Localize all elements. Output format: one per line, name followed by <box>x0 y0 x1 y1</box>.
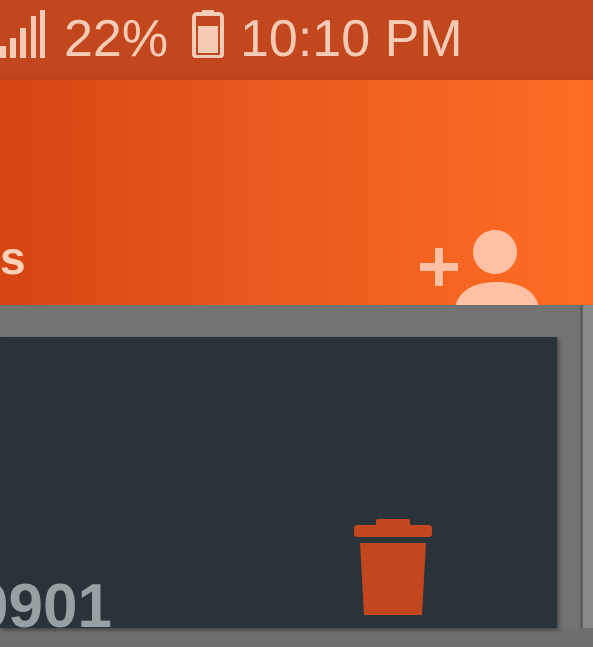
status-bar: 22% 10:10 PM <box>0 0 593 80</box>
trash-icon[interactable] <box>352 519 434 617</box>
page-title: s <box>0 232 26 284</box>
contact-number: 0901 <box>0 572 112 641</box>
app-bar: s <box>0 80 593 316</box>
contact-card[interactable]: 0901 <box>0 337 557 641</box>
scrollbar-track[interactable] <box>580 305 593 628</box>
signal-bars-icon <box>0 10 45 58</box>
clock: 10:10 PM <box>240 10 463 68</box>
battery-percent: 22% <box>64 10 169 68</box>
battery-icon <box>192 10 224 58</box>
